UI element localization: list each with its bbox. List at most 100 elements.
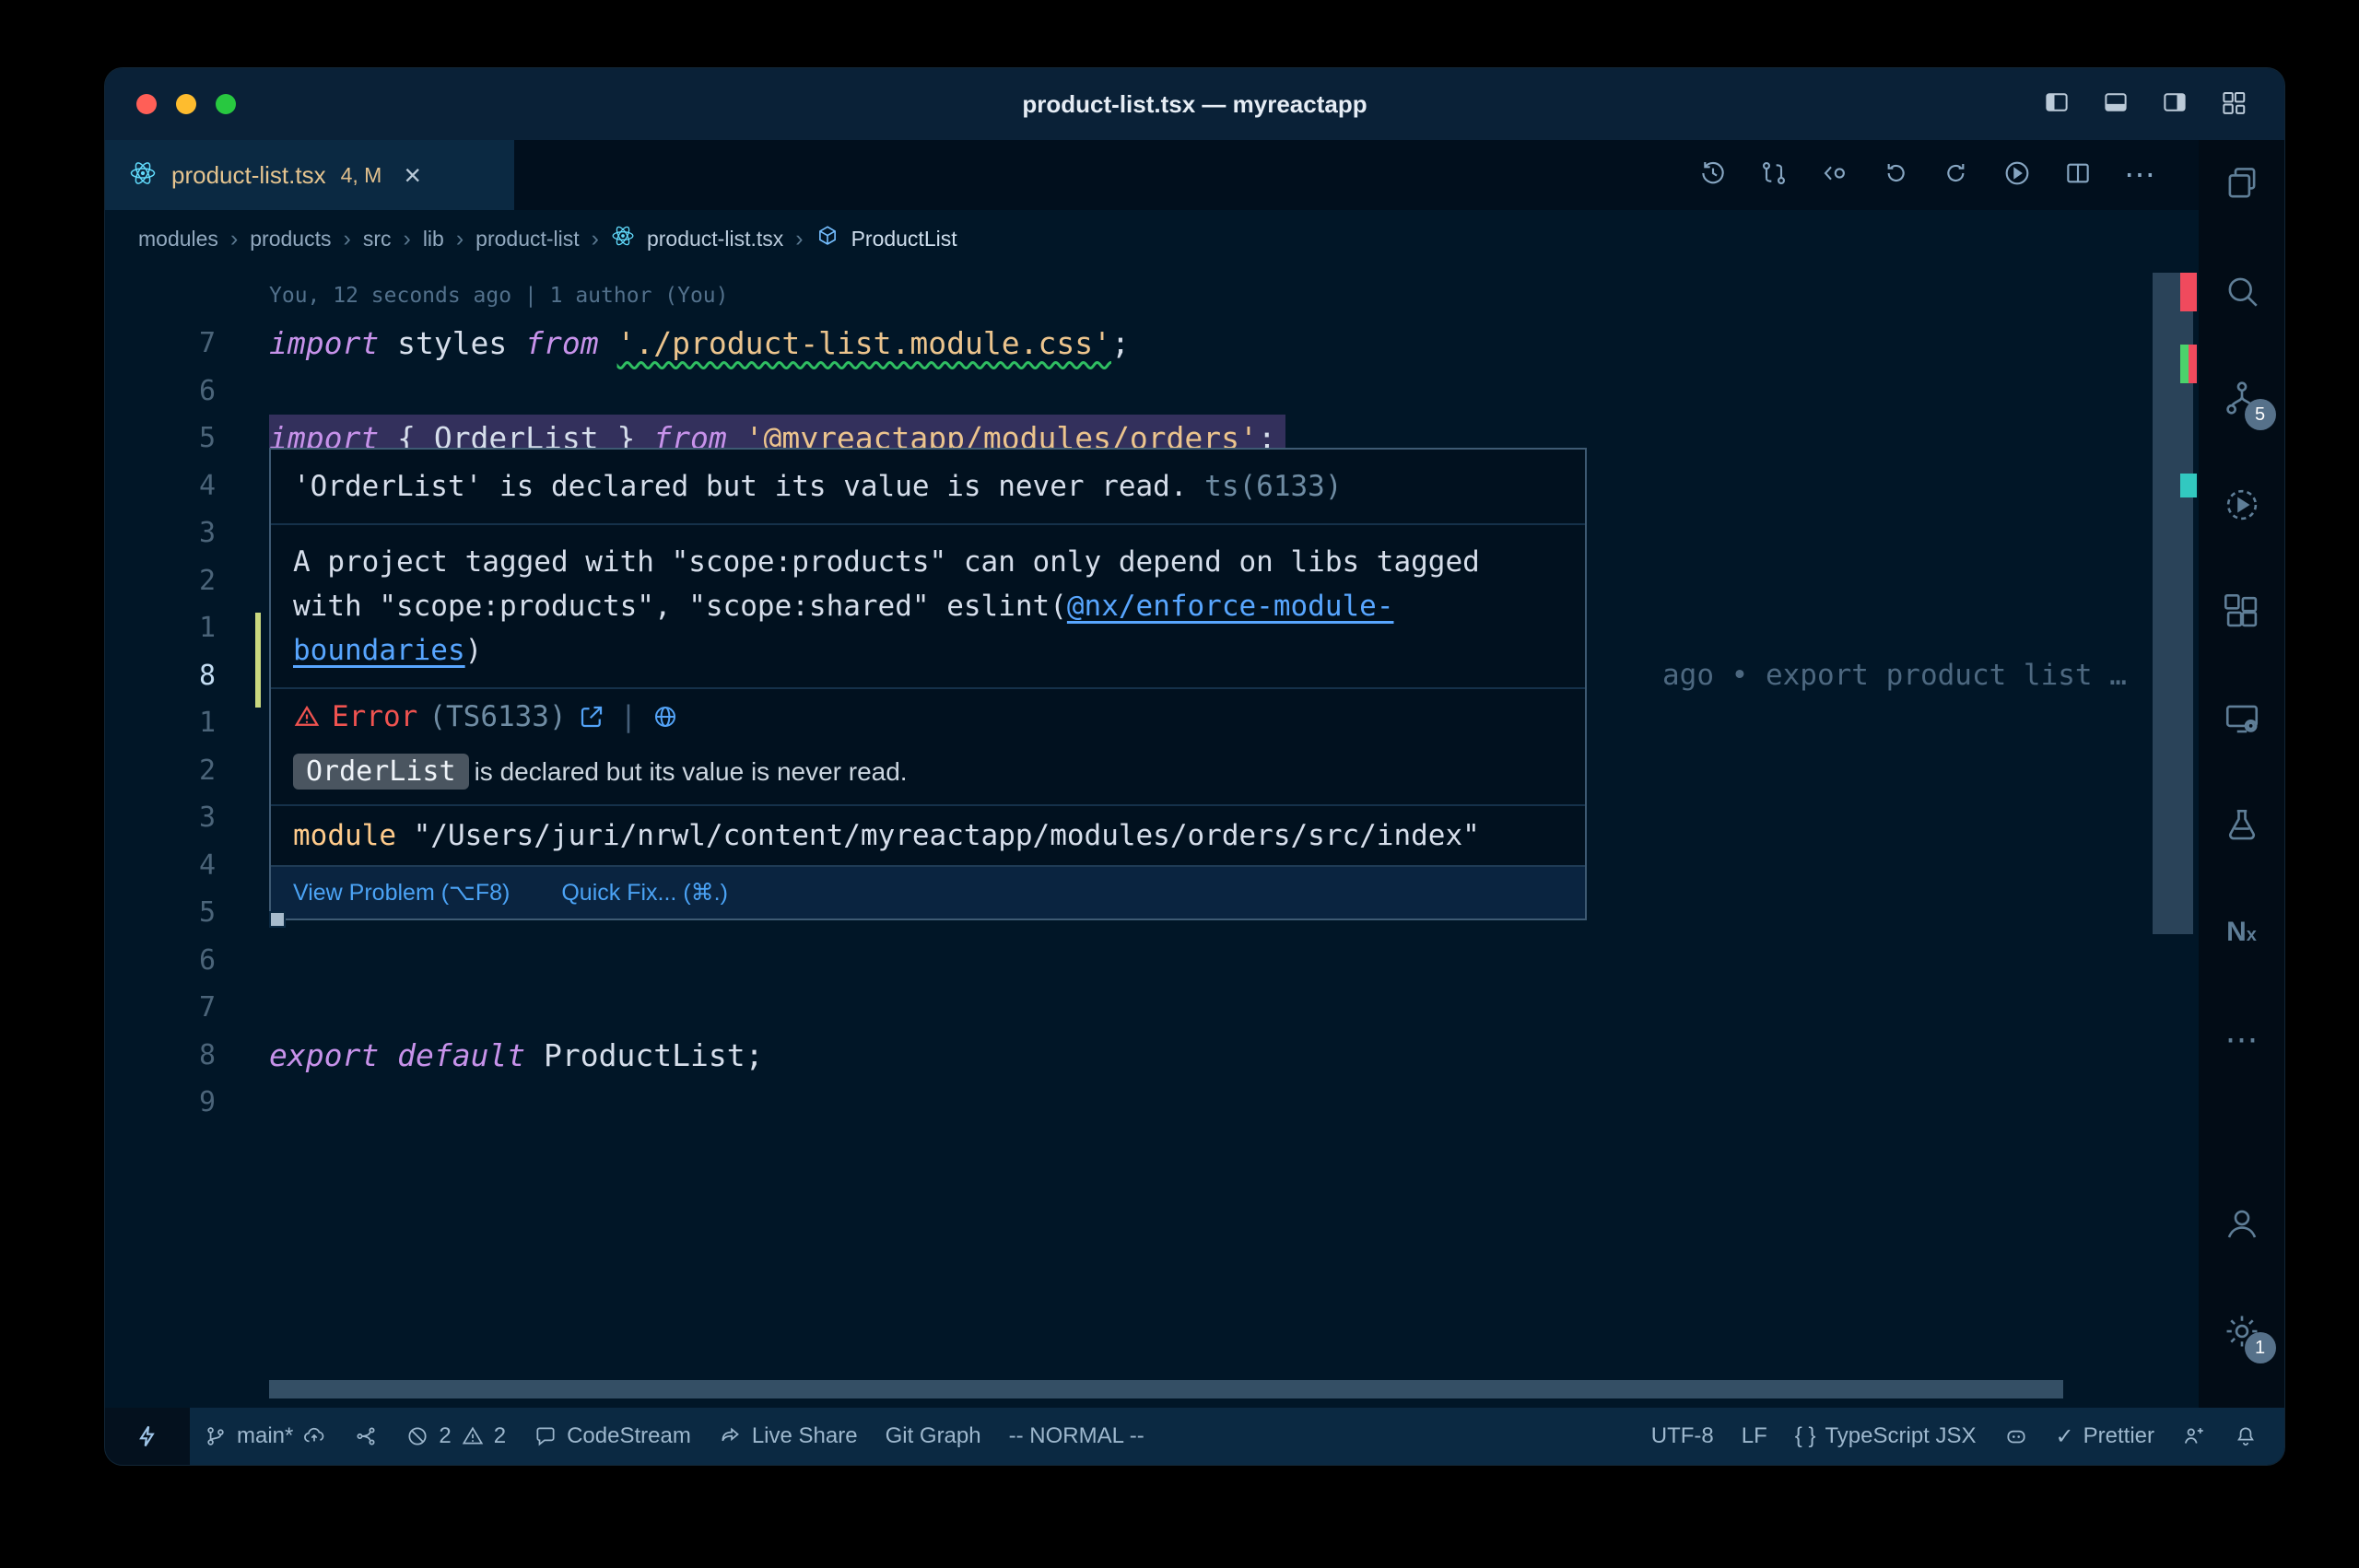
publish-cloud-icon: [302, 1424, 326, 1448]
vscode-window: product-list.tsx — myreactapp: [104, 67, 2285, 1466]
split-editor-icon[interactable]: [2063, 158, 2093, 193]
git-graph-status[interactable]: Git Graph: [872, 1423, 995, 1449]
horizontal-scrollbar[interactable]: [269, 1380, 2063, 1398]
status-bar: main* 2 2 CodeStream Live Share Git Grap…: [105, 1408, 2284, 1465]
code-line[interactable]: 8 export default ProductList;: [105, 1032, 2199, 1080]
line-number[interactable]: 3: [105, 517, 216, 549]
remote-explorer-icon[interactable]: [2212, 688, 2272, 749]
hover-resize-handle[interactable]: [269, 911, 286, 928]
settings-gear-icon[interactable]: 1: [2212, 1301, 2272, 1362]
compare-changes-icon[interactable]: [1759, 158, 1789, 193]
encoding-status[interactable]: UTF-8: [1637, 1423, 1728, 1449]
line-number[interactable]: 2: [105, 565, 216, 597]
customize-layout-icon[interactable]: [2218, 88, 2249, 121]
live-share-status[interactable]: Live Share: [705, 1423, 872, 1449]
breadcrumb-file[interactable]: product-list.tsx: [647, 227, 783, 252]
line-number[interactable]: 8: [105, 660, 216, 692]
close-tab-icon[interactable]: ×: [404, 160, 421, 190]
source-control-icon[interactable]: 5: [2212, 368, 2272, 428]
remote-indicator[interactable]: [105, 1408, 190, 1465]
code-text[interactable]: export default ProductList;: [269, 1032, 763, 1080]
timeline-history-icon[interactable]: [1698, 158, 1728, 193]
line-number[interactable]: 7: [105, 991, 216, 1024]
nx-console-icon[interactable]: Nx: [2212, 902, 2272, 963]
eslint-rule-link[interactable]: boundaries: [293, 634, 465, 667]
code-line[interactable]: 7: [105, 984, 2199, 1032]
open-external-icon[interactable]: [578, 703, 605, 731]
line-number[interactable]: 4: [105, 849, 216, 882]
toggle-panel-icon[interactable]: [2100, 88, 2131, 121]
globe-icon[interactable]: [651, 703, 679, 731]
toggle-secondary-sidebar-icon[interactable]: [2159, 88, 2190, 121]
previous-change-icon[interactable]: [1820, 158, 1849, 193]
accounts-icon[interactable]: [2212, 1194, 2272, 1255]
branch-status[interactable]: main*: [190, 1423, 340, 1449]
quick-fix-link[interactable]: Quick Fix... (⌘.): [561, 879, 728, 907]
extensions-icon[interactable]: [2212, 581, 2272, 642]
tab-product-list[interactable]: product-list.tsx 4, M ×: [105, 140, 514, 210]
explorer-icon[interactable]: [2212, 154, 2272, 215]
problems-status[interactable]: 2 2: [392, 1423, 520, 1449]
more-views-icon[interactable]: ⋯: [2212, 1009, 2272, 1070]
run-debug-icon[interactable]: [2212, 474, 2272, 535]
toggle-sidebar-icon[interactable]: [2041, 88, 2072, 121]
eslint-rule-link[interactable]: @nx/enforce-module-: [1067, 590, 1394, 623]
run-file-icon[interactable]: [2002, 158, 2032, 193]
more-actions-icon[interactable]: ⋯: [2124, 157, 2155, 193]
gitlens-blame-annotation[interactable]: You, 12 seconds ago | 1 author (You): [105, 273, 2199, 320]
line-number[interactable]: 5: [105, 896, 216, 929]
line-number[interactable]: 6: [105, 375, 216, 407]
braces-icon: { }: [1795, 1423, 1816, 1449]
breadcrumb-src[interactable]: src: [363, 227, 392, 252]
language-status[interactable]: { } TypeScript JSX: [1781, 1423, 1990, 1449]
line-number[interactable]: 2: [105, 755, 216, 787]
symbol-chip: OrderList: [293, 754, 469, 790]
view-problem-link[interactable]: View Problem (⌥F8): [293, 879, 510, 907]
undo-navigation-icon[interactable]: [1881, 158, 1910, 193]
line-number[interactable]: 9: [105, 1086, 216, 1118]
codestream-status[interactable]: CodeStream: [520, 1423, 705, 1449]
breadcrumb-modules[interactable]: modules: [138, 227, 218, 252]
vim-mode-status: -- NORMAL --: [995, 1423, 1158, 1449]
zoom-window-button[interactable]: [216, 94, 236, 114]
close-window-button[interactable]: [136, 94, 157, 114]
line-number[interactable]: 5: [105, 422, 216, 454]
minimize-window-button[interactable]: [176, 94, 196, 114]
chevron-right-icon: ›: [403, 226, 410, 252]
error-row: Error (TS6133) |: [271, 689, 1585, 744]
feedback-status[interactable]: [2168, 1424, 2220, 1448]
search-icon[interactable]: [2212, 261, 2272, 322]
testing-beaker-icon[interactable]: [2212, 795, 2272, 856]
line-number[interactable]: 3: [105, 802, 216, 834]
diagnostic-message: 'OrderList' is declared but its value is…: [271, 450, 1585, 523]
line-number[interactable]: 4: [105, 470, 216, 502]
code-line[interactable]: 7 import styles from './product-list.modu…: [105, 320, 2199, 368]
line-number[interactable]: 8: [105, 1039, 216, 1071]
eol-status[interactable]: LF: [1728, 1423, 1781, 1449]
breadcrumb-products[interactable]: products: [250, 227, 331, 252]
code-text[interactable]: import styles from './product-list.modul…: [269, 320, 1130, 368]
breadcrumb-product-list[interactable]: product-list: [475, 227, 579, 252]
notifications-status[interactable]: [2220, 1424, 2271, 1448]
redo-navigation-icon[interactable]: [1942, 158, 1971, 193]
react-icon: [129, 159, 157, 192]
overview-info-mark: [2180, 474, 2197, 497]
line-number[interactable]: 1: [105, 612, 216, 644]
code-line[interactable]: 6: [105, 368, 2199, 415]
diagnostic-code: ts(6133): [1188, 470, 1343, 503]
breadcrumb-symbol[interactable]: ProductList: [851, 227, 957, 252]
line-number[interactable]: 7: [105, 327, 216, 359]
module-path-row: module "/Users/juri/nrwl/content/myreact…: [271, 806, 1585, 865]
line-number[interactable]: 6: [105, 944, 216, 977]
warning-triangle-icon: [293, 703, 321, 731]
scm-graph-status[interactable]: [340, 1424, 392, 1448]
code-line[interactable]: 6: [105, 937, 2199, 985]
breadcrumb-lib[interactable]: lib: [423, 227, 444, 252]
copilot-status[interactable]: [1990, 1424, 2042, 1448]
line-number[interactable]: 1: [105, 707, 216, 739]
code-line[interactable]: 9: [105, 1079, 2199, 1127]
chevron-right-icon: ›: [230, 226, 238, 252]
warning-count: 2: [494, 1423, 506, 1449]
prettier-status[interactable]: ✓ Prettier: [2042, 1423, 2168, 1450]
check-icon: ✓: [2056, 1423, 2074, 1450]
